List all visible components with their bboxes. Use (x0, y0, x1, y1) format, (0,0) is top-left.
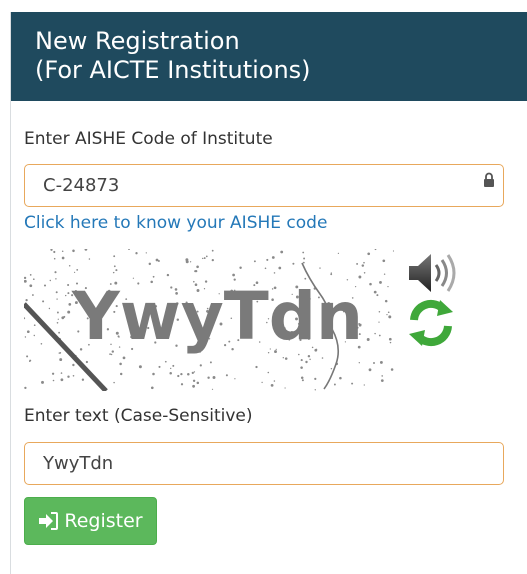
speaker-icon[interactable] (405, 250, 459, 296)
page-subtitle: (For AICTE Institutions) (35, 56, 311, 84)
page-title: New Registration (35, 27, 240, 55)
register-button-label: Register (64, 510, 143, 532)
lock-icon (484, 172, 494, 187)
refresh-icon[interactable] (406, 298, 456, 348)
aishe-code-input[interactable] (24, 164, 504, 207)
captcha-text: YwyTdn (71, 278, 363, 355)
captcha-input-label: Enter text (Case-Sensitive) (24, 406, 253, 426)
panel-header: New Registration (For AICTE Institutions… (11, 12, 527, 101)
captcha-input[interactable] (24, 442, 504, 485)
aishe-help-link[interactable]: Click here to know your AISHE code (24, 213, 327, 233)
captcha-image: YwyTdn (24, 249, 394, 391)
sign-in-icon (39, 512, 59, 530)
aishe-code-label: Enter AISHE Code of Institute (24, 129, 273, 149)
register-button[interactable]: Register (24, 497, 157, 545)
